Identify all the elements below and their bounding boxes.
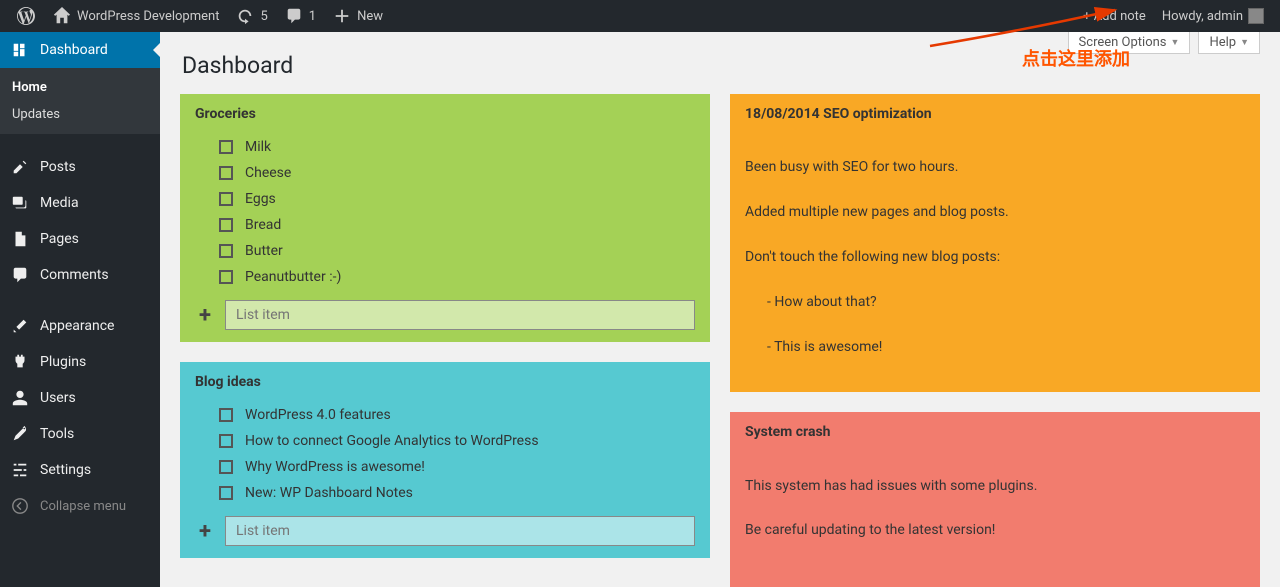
menu-pages[interactable]: Pages xyxy=(0,221,160,257)
note-title: Groceries xyxy=(195,106,695,122)
home-icon xyxy=(52,6,72,26)
new-text: New xyxy=(357,9,383,24)
note-seo: 18/08/2014 SEO optimization Been busy wi… xyxy=(730,94,1260,392)
content-area: Screen Options▼ Help▼ Dashboard Grocerie… xyxy=(160,32,1280,587)
plus-icon xyxy=(332,6,352,26)
comments-count: 1 xyxy=(309,9,316,24)
dashboard-icon xyxy=(10,40,30,60)
checkbox-icon[interactable] xyxy=(219,434,233,448)
checkbox-icon[interactable] xyxy=(219,460,233,474)
admin-sidebar: Dashboard Home Updates Posts Media Pages… xyxy=(0,32,160,587)
help-button[interactable]: Help▼ xyxy=(1198,32,1260,54)
plug-icon xyxy=(10,352,30,372)
collapse-icon xyxy=(10,496,30,516)
menu-dashboard[interactable]: Dashboard xyxy=(0,32,160,68)
checkbox-icon[interactable] xyxy=(219,140,233,154)
list-item[interactable]: WordPress 4.0 features xyxy=(219,402,695,428)
checkbox-icon[interactable] xyxy=(219,270,233,284)
wrench-icon xyxy=(10,424,30,444)
site-name-link[interactable]: WordPress Development xyxy=(44,0,227,32)
checkbox-icon[interactable] xyxy=(219,166,233,180)
list-item[interactable]: Cheese xyxy=(219,160,695,186)
brush-icon xyxy=(10,316,30,336)
menu-appearance[interactable]: Appearance xyxy=(0,308,160,344)
menu-media[interactable]: Media xyxy=(0,185,160,221)
list-item[interactable]: Bread xyxy=(219,212,695,238)
list-item-input[interactable] xyxy=(225,516,695,546)
refresh-icon xyxy=(235,6,255,26)
page-icon xyxy=(10,229,30,249)
menu-posts[interactable]: Posts xyxy=(0,149,160,185)
add-item-button[interactable]: + xyxy=(195,519,215,544)
list-item[interactable]: Eggs xyxy=(219,186,695,212)
avatar xyxy=(1248,8,1264,24)
wp-logo[interactable] xyxy=(8,0,44,32)
checkbox-icon[interactable] xyxy=(219,408,233,422)
note-body: This system has had issues with some plu… xyxy=(745,452,1245,587)
menu-plugins[interactable]: Plugins xyxy=(0,344,160,380)
note-blog-ideas: Blog ideas WordPress 4.0 features How to… xyxy=(180,362,710,558)
checkbox-icon[interactable] xyxy=(219,244,233,258)
checkbox-icon[interactable] xyxy=(219,486,233,500)
add-item-button[interactable]: + xyxy=(195,303,215,328)
updates-link[interactable]: 5 xyxy=(227,0,275,32)
chevron-down-icon: ▼ xyxy=(1240,37,1249,48)
list-item[interactable]: Butter xyxy=(219,238,695,264)
pin-icon xyxy=(10,157,30,177)
chevron-down-icon: ▼ xyxy=(1171,37,1180,48)
submenu-home[interactable]: Home xyxy=(0,74,160,101)
add-note-button[interactable]: + Add note xyxy=(1075,0,1154,32)
collapse-menu[interactable]: Collapse menu xyxy=(0,488,160,524)
checkbox-icon[interactable] xyxy=(219,192,233,206)
user-icon xyxy=(10,388,30,408)
howdy-text: Howdy, admin xyxy=(1162,9,1243,24)
admin-bar: WordPress Development 5 1 New + Add note… xyxy=(0,0,1280,32)
list-item[interactable]: Peanutbutter :-) xyxy=(219,264,695,290)
comments-link[interactable]: 1 xyxy=(276,0,324,32)
note-body: Been busy with SEO for two hours. Added … xyxy=(745,134,1245,380)
updates-count: 5 xyxy=(260,9,267,24)
comments-icon xyxy=(10,265,30,285)
comment-icon xyxy=(284,6,304,26)
menu-tools[interactable]: Tools xyxy=(0,416,160,452)
note-title: System crash xyxy=(745,424,1245,440)
note-title: Blog ideas xyxy=(195,374,695,390)
sliders-icon xyxy=(10,460,30,480)
menu-settings[interactable]: Settings xyxy=(0,452,160,488)
site-name-text: WordPress Development xyxy=(77,9,219,24)
new-link[interactable]: New xyxy=(324,0,391,32)
checkbox-icon[interactable] xyxy=(219,218,233,232)
howdy-link[interactable]: Howdy, admin xyxy=(1154,0,1272,32)
list-item[interactable]: Milk xyxy=(219,134,695,160)
list-item[interactable]: How to connect Google Analytics to WordP… xyxy=(219,428,695,454)
menu-users[interactable]: Users xyxy=(0,380,160,416)
media-icon xyxy=(10,193,30,213)
wordpress-icon xyxy=(16,6,36,26)
menu-comments[interactable]: Comments xyxy=(0,257,160,293)
submenu-updates[interactable]: Updates xyxy=(0,101,160,128)
submenu-dashboard: Home Updates xyxy=(0,68,160,134)
list-item[interactable]: New: WP Dashboard Notes xyxy=(219,480,695,506)
note-groceries: Groceries Milk Cheese Eggs Bread Butter … xyxy=(180,94,710,342)
list-item[interactable]: Why WordPress is awesome! xyxy=(219,454,695,480)
note-title: 18/08/2014 SEO optimization xyxy=(745,106,1245,122)
note-crash: System crash This system has had issues … xyxy=(730,412,1260,587)
annotation-text: 点击这里添加 xyxy=(1022,45,1130,71)
list-item-input[interactable] xyxy=(225,300,695,330)
